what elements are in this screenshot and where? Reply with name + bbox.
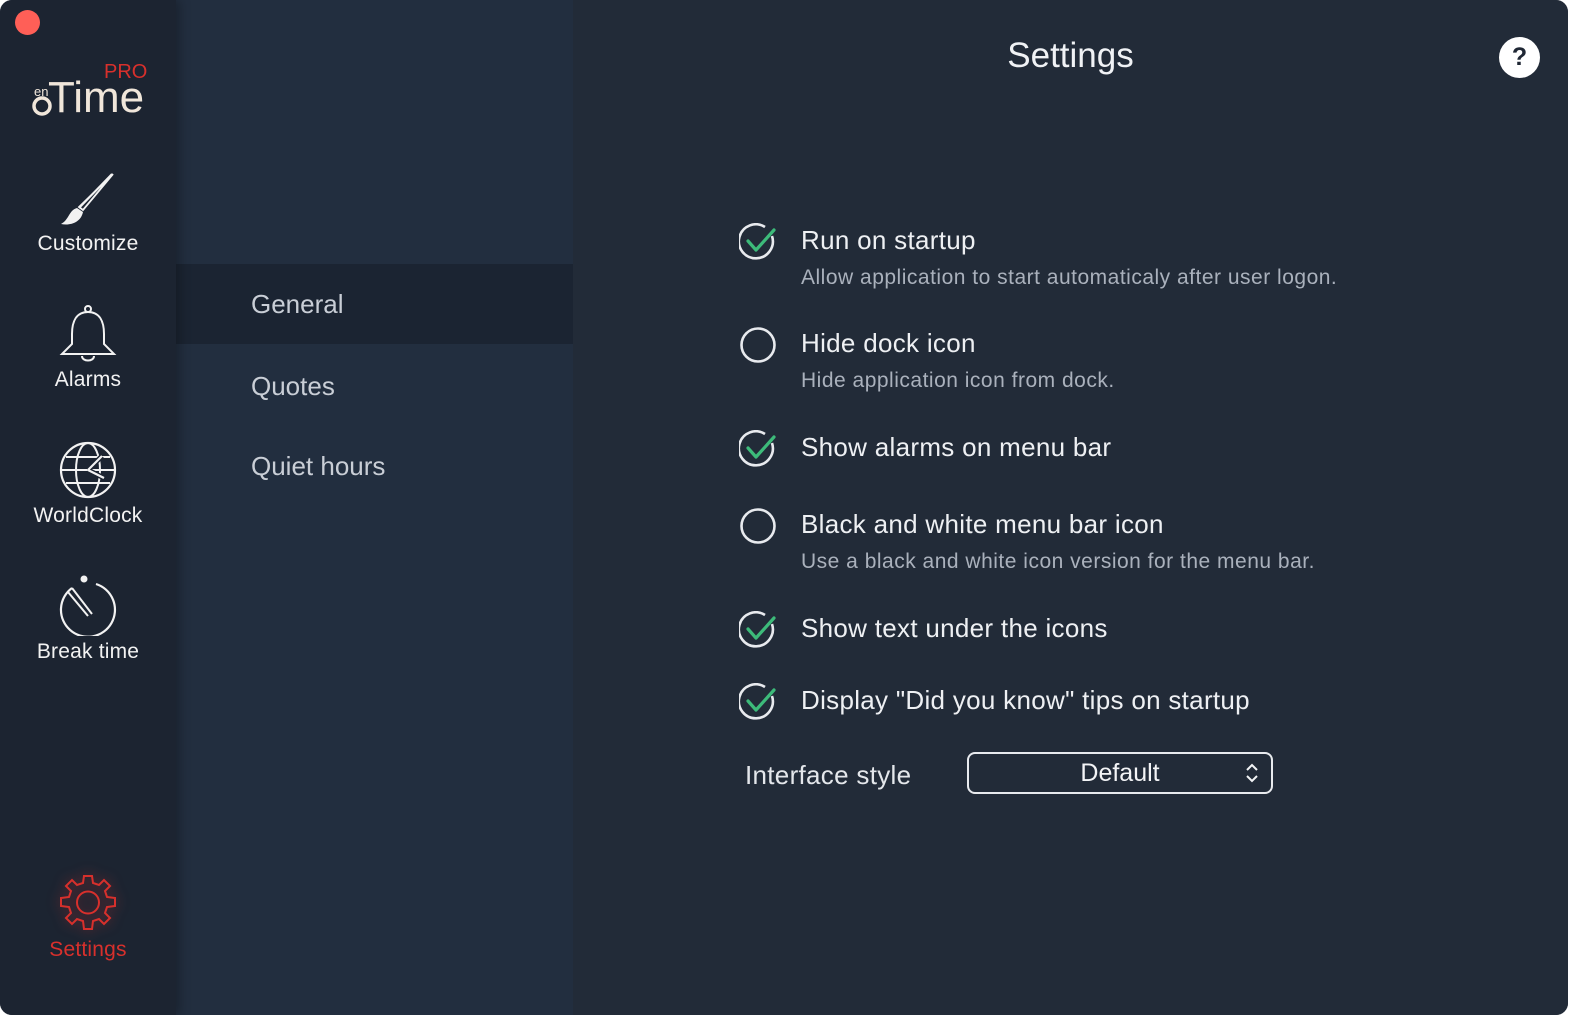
option-label: Show alarms on menu bar xyxy=(801,432,1112,462)
checkbox-checked-icon[interactable] xyxy=(739,430,777,468)
checkbox-unchecked-icon[interactable] xyxy=(739,507,777,545)
option-label: Display "Did you know" tips on startup xyxy=(801,685,1250,715)
sidebar-item-customize[interactable]: Customize xyxy=(0,172,176,256)
help-button[interactable]: ? xyxy=(1499,37,1540,78)
bell-icon xyxy=(59,305,117,362)
option-description: Use a black and white icon version for t… xyxy=(801,550,1315,573)
chevron-up-down-icon xyxy=(1246,763,1258,783)
subnav-item-quiet-hours[interactable]: Quiet hours xyxy=(176,426,573,506)
option-description: Allow application to start automaticaly … xyxy=(801,266,1338,289)
sidebar-item-worldclock[interactable]: WorldClock xyxy=(0,440,176,528)
checkbox-unchecked-icon[interactable] xyxy=(739,326,777,364)
sidebar-item-settings[interactable]: Settings xyxy=(0,872,176,962)
gear-icon xyxy=(60,875,116,930)
close-window-button[interactable] xyxy=(15,10,40,35)
option-label: Hide dock icon xyxy=(801,328,976,358)
page-title: Settings xyxy=(1007,36,1134,75)
svg-text:Time: Time xyxy=(48,73,144,120)
option-label: Black and white menu bar icon xyxy=(801,509,1164,539)
app-logo: PRO en Time xyxy=(32,61,147,120)
interface-style-select[interactable]: Default xyxy=(967,752,1273,794)
settings-subnav: General Quotes Quiet hours xyxy=(176,0,573,1015)
checkbox-checked-icon[interactable] xyxy=(739,223,777,261)
option-label: Run on startup xyxy=(801,225,976,255)
globe-clock-icon xyxy=(59,441,117,499)
sidebar-item-label: Alarms xyxy=(54,368,122,391)
sidebar-item-label: Settings xyxy=(49,938,127,961)
subnav-item-quotes[interactable]: Quotes xyxy=(176,346,573,426)
subnav-item-general[interactable]: General xyxy=(176,264,573,344)
paintbrush-icon xyxy=(61,173,114,225)
interface-style-value: Default xyxy=(1080,759,1160,787)
option-label: Show text under the icons xyxy=(801,613,1108,643)
sidebar-item-label: Break time xyxy=(36,640,140,663)
sidebar-item-label: Customize xyxy=(37,232,139,255)
sidebar-item-break-time[interactable]: Break time xyxy=(0,574,176,664)
interface-style-label: Interface style xyxy=(745,760,912,790)
stopwatch-icon xyxy=(59,575,117,636)
sidebar: PRO en Time Customize Alarms WorldClock … xyxy=(0,0,176,1015)
app-window: PRO en Time Customize Alarms WorldClock … xyxy=(0,0,1568,1015)
checkbox-checked-icon[interactable] xyxy=(739,611,777,649)
sidebar-item-alarms[interactable]: Alarms xyxy=(0,304,176,392)
settings-content: Settings ? Run on startup Allow applicat… xyxy=(573,0,1568,1015)
option-description: Hide application icon from dock. xyxy=(801,369,1115,392)
sidebar-item-label: WorldClock xyxy=(33,504,143,527)
checkbox-checked-icon[interactable] xyxy=(739,683,777,721)
